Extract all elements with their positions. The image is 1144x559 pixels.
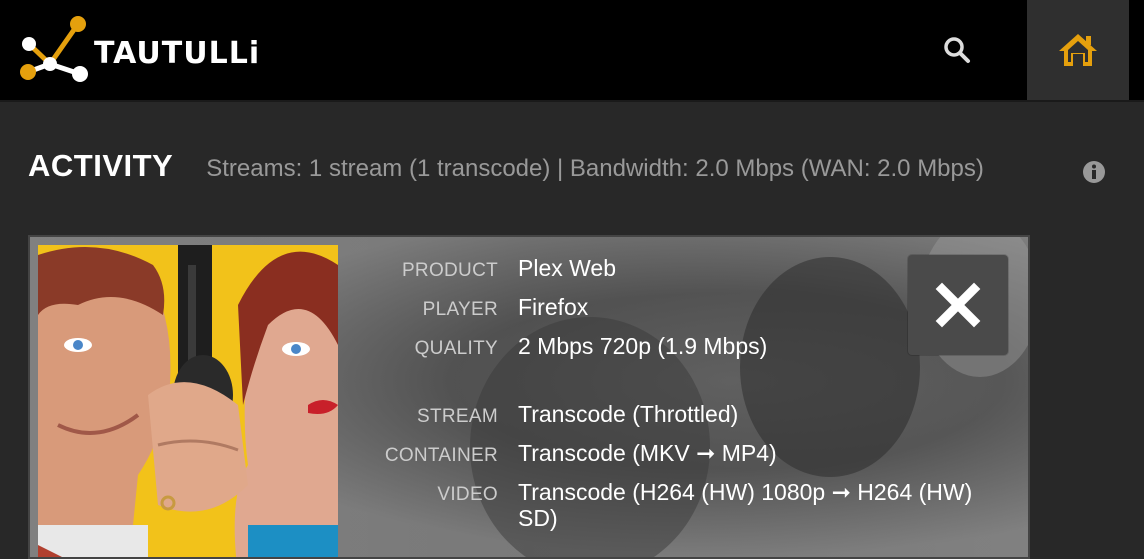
terminate-stream-button[interactable] bbox=[908, 255, 1008, 355]
page-title: ACTIVITY bbox=[28, 148, 174, 183]
stream-card: PRODUCT Plex Web PLAYER Firefox QUALITY … bbox=[28, 235, 1030, 559]
search-icon bbox=[944, 37, 970, 63]
detail-row-video: VIDEO Transcode (H264 (HW) 1080p ➞ H264 … bbox=[370, 479, 1010, 531]
brand-name: TAUTULLi bbox=[94, 35, 261, 71]
detail-value: Transcode (MKV ➞ MP4) bbox=[518, 440, 777, 466]
detail-value: Transcode (Throttled) bbox=[518, 401, 739, 427]
detail-label: VIDEO bbox=[437, 484, 498, 505]
info-icon[interactable] bbox=[1082, 160, 1106, 184]
navbar: TAUTULLi bbox=[0, 0, 1144, 102]
detail-label: PLAYER bbox=[422, 299, 498, 320]
detail-row-container: CONTAINER Transcode (MKV ➞ MP4) bbox=[370, 440, 1010, 479]
tautulli-logo-icon bbox=[20, 16, 88, 82]
detail-value: 2 Mbps 720p (1.9 Mbps) bbox=[518, 333, 768, 359]
detail-value: Firefox bbox=[518, 294, 589, 320]
search-button[interactable] bbox=[930, 25, 984, 75]
activity-header: ACTIVITY Streams: 1 stream (1 transcode)… bbox=[28, 148, 984, 184]
home-button[interactable] bbox=[1027, 0, 1129, 100]
media-poster[interactable] bbox=[38, 245, 338, 559]
detail-label: STREAM bbox=[417, 406, 498, 427]
detail-value: Plex Web bbox=[518, 255, 617, 281]
home-icon bbox=[1059, 34, 1097, 66]
detail-label: PRODUCT bbox=[401, 260, 498, 281]
stream-summary: Streams: 1 stream (1 transcode) | Bandwi… bbox=[206, 155, 984, 182]
detail-row-stream: STREAM Transcode (Throttled) bbox=[370, 401, 1010, 440]
detail-label: QUALITY bbox=[414, 338, 498, 359]
detail-value: Transcode (H264 (HW) 1080p ➞ H264 (HW) S… bbox=[518, 479, 973, 531]
close-icon bbox=[935, 282, 981, 328]
brand-logo-link[interactable]: TAUTULLi bbox=[14, 14, 260, 86]
detail-label: CONTAINER bbox=[384, 445, 498, 466]
